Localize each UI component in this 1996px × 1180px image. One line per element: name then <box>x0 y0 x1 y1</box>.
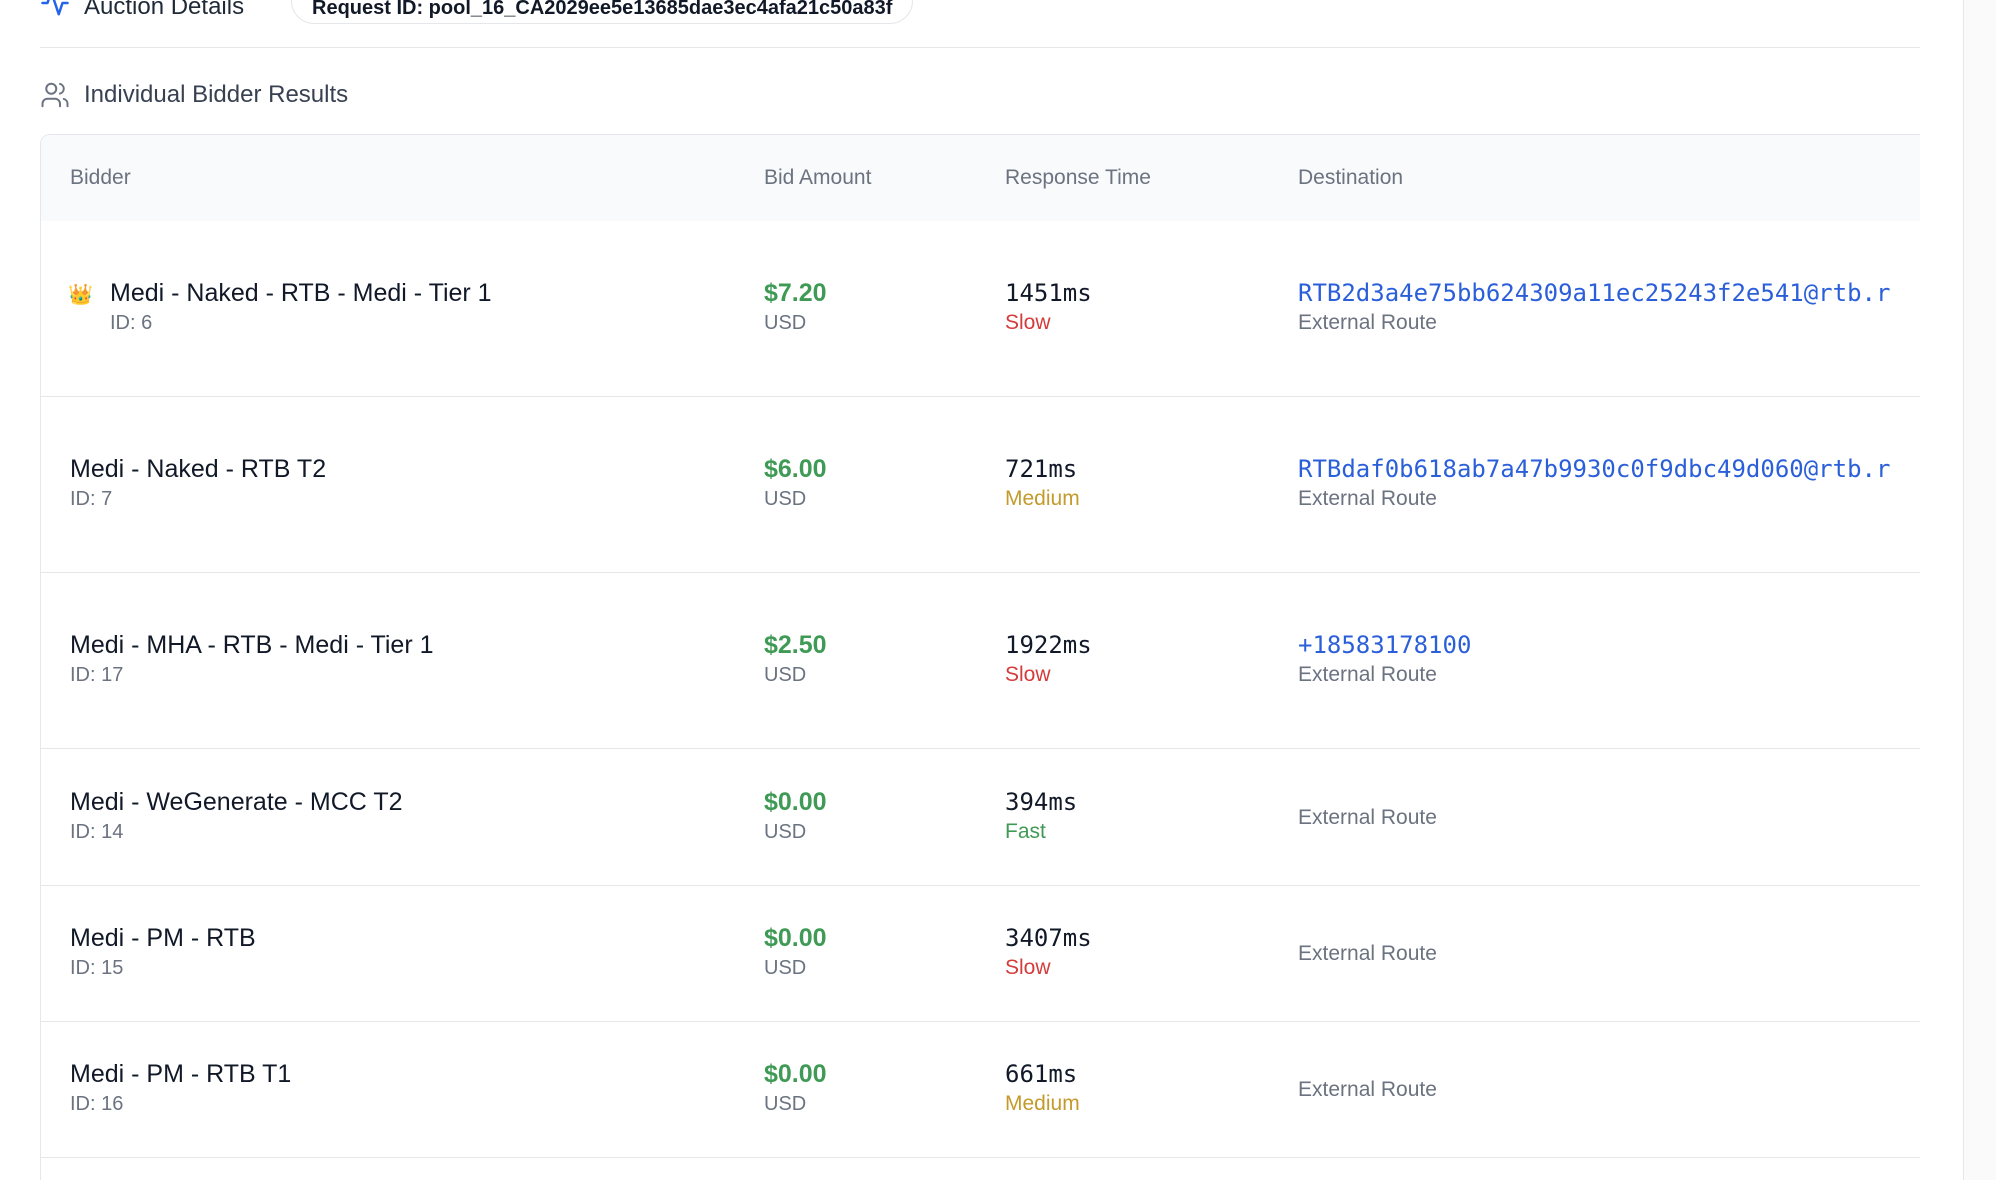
response-speed-badge: Slow <box>1005 311 1051 334</box>
destination-link[interactable]: RTBdaf0b618ab7a47b9930c0f9dbc49d060@rtb.… <box>1298 454 1920 484</box>
response-time-cell: 1922ms Slow <box>1005 630 1092 688</box>
bidder-id: ID: 7 <box>70 488 113 510</box>
response-speed-badge: Medium <box>1005 487 1080 510</box>
bid-currency: USD <box>764 312 807 334</box>
destination-route: External Route <box>1298 487 1437 510</box>
bid-amount-cell: $0.00 USD <box>764 923 827 981</box>
response-time-value: 3407ms <box>1005 924 1092 952</box>
bid-currency: USD <box>764 664 807 686</box>
bidder-name: Medi - Naked - RTB - Medi - Tier 1 <box>110 279 492 307</box>
destination-route: External Route <box>1298 1078 1437 1101</box>
bid-amount-cell: $2.50 USD <box>764 630 827 688</box>
bid-amount: $0.00 <box>764 788 827 816</box>
auction-details-header: Auction Details Request ID: pool_16_CA20… <box>40 0 1920 48</box>
destination-cell: External Route <box>1298 805 1437 831</box>
activity-icon <box>41 0 69 16</box>
response-speed-badge: Fast <box>1005 820 1046 843</box>
column-header-bid-amount[interactable]: Bid Amount <box>764 135 871 221</box>
response-speed-badge: Slow <box>1005 956 1051 979</box>
bidder-id: ID: 16 <box>70 1093 124 1115</box>
destination-cell: External Route <box>1298 941 1437 967</box>
bidder-cell: Medi - Naked - RTB T2 ID: 7 <box>70 454 326 512</box>
scroll-gutter[interactable] <box>1964 0 1996 1180</box>
table-row[interactable]: Medi - PM - RTB ID: 15 $0.00 USD 3407ms Slow E… <box>41 886 1920 1022</box>
response-time-cell: 721ms Medium <box>1005 454 1080 512</box>
page: Auction Details Request ID: pool_16_CA20… <box>0 0 1996 1180</box>
response-time-value: 1451ms <box>1005 279 1092 307</box>
bid-amount: $2.50 <box>764 631 827 659</box>
bid-amount: $6.00 <box>764 455 827 483</box>
bid-amount: $7.20 <box>764 279 827 307</box>
page-edge-divider <box>1963 0 1964 1180</box>
response-time-cell: 3407ms Slow <box>1005 923 1092 981</box>
response-time-cell: 394ms Fast <box>1005 787 1077 845</box>
destination-route: External Route <box>1298 311 1437 334</box>
destination-route: External Route <box>1298 942 1437 965</box>
destination-cell: +18583178100 External Route <box>1298 630 1920 688</box>
bidder-cell: Medi - Naked - RTB - Medi - Tier 1 ID: 6 <box>110 278 492 336</box>
bidder-results-heading: Individual Bidder Results <box>40 78 348 112</box>
response-time-value: 394ms <box>1005 788 1078 816</box>
bid-currency: USD <box>764 488 807 510</box>
response-time-cell: 661ms Medium <box>1005 1059 1080 1117</box>
table-row[interactable]: Medi - PM - RTB T1 ID: 16 $0.00 USD 661ms Med… <box>41 1022 1920 1158</box>
response-time-value: 1922ms <box>1005 631 1092 659</box>
table-header: Bidder Bid Amount Response Time Destinat… <box>41 135 1920 221</box>
response-speed-badge: Medium <box>1005 1092 1080 1115</box>
bidder-cell: Medi - MHA - RTB - Medi - Tier 1 ID: 17 <box>70 630 434 688</box>
response-time-value: 721ms <box>1005 455 1078 483</box>
bidder-name: Medi - Naked - RTB T2 <box>70 455 327 483</box>
bidder-cell: Medi - PM - RTB ID: 15 <box>70 923 256 981</box>
bidder-name: Medi - MHA - RTB - Medi - Tier 1 <box>70 631 434 659</box>
users-icon <box>41 82 69 108</box>
bid-amount-cell: $6.00 USD <box>764 454 827 512</box>
bidder-id: ID: 6 <box>110 312 153 334</box>
bid-amount: $0.00 <box>764 1060 827 1088</box>
bidder-name: Medi - PM - RTB T1 <box>70 1060 292 1088</box>
column-header-destination[interactable]: Destination <box>1298 135 1403 221</box>
response-speed-badge: Slow <box>1005 663 1051 686</box>
crown-icon: 👑 <box>68 284 93 306</box>
response-time-cell: 1451ms Slow <box>1005 278 1092 336</box>
table-row[interactable]: Medi - WeGenerate - MCC T2 ID: 14 $0.00 USD… <box>41 749 1920 886</box>
bidder-id: ID: 15 <box>70 957 124 979</box>
bid-amount-cell: $0.00 USD <box>764 787 827 845</box>
bidder-name: Medi - WeGenerate - MCC T2 <box>70 788 403 816</box>
bid-amount-cell: $7.20 USD <box>764 278 827 336</box>
bidder-id: ID: 14 <box>70 821 124 843</box>
auction-details-title: Auction Details <box>84 0 245 20</box>
destination-route: External Route <box>1298 806 1437 829</box>
bidder-cell: Medi - PM - RTB T1 ID: 16 <box>70 1059 291 1117</box>
request-id-badge: Request ID: pool_16_CA2029ee5e13685dae3e… <box>291 0 914 24</box>
destination-link[interactable]: +18583178100 <box>1298 630 1920 660</box>
section-title-text: Individual Bidder Results <box>84 81 349 108</box>
bidder-name: Medi - PM - RTB <box>70 924 256 952</box>
destination-cell: External Route <box>1298 1077 1437 1103</box>
bid-currency: USD <box>764 1093 807 1115</box>
table-row[interactable]: 👑 Medi - Naked - RTB - Medi - Tier 1 ID: 6… <box>41 221 1920 397</box>
table-row[interactable]: Medi - MHA - RTB - Medi - Tier 1 ID: 17 $2… <box>41 573 1920 749</box>
bid-amount: $0.00 <box>764 924 827 952</box>
bid-amount-cell: $0.00 USD <box>764 1059 827 1117</box>
destination-route: External Route <box>1298 663 1437 686</box>
destination-cell: RTBdaf0b618ab7a47b9930c0f9dbc49d060@rtb.… <box>1298 454 1920 512</box>
bid-currency: USD <box>764 821 807 843</box>
bid-currency: USD <box>764 957 807 979</box>
request-id-text: Request ID: pool_16_CA2029ee5e13685dae3e… <box>312 0 893 19</box>
bidder-id: ID: 17 <box>70 664 124 686</box>
column-header-bidder[interactable]: Bidder <box>70 135 131 221</box>
column-header-response-time[interactable]: Response Time <box>1005 135 1151 221</box>
destination-link[interactable]: RTB2d3a4e75bb624309a11ec25243f2e541@rtb.… <box>1298 278 1920 308</box>
bidder-cell: Medi - WeGenerate - MCC T2 ID: 14 <box>70 787 403 845</box>
response-time-value: 661ms <box>1005 1060 1078 1088</box>
table-row[interactable]: Medi - Naked - RTB T2 ID: 7 $6.00 USD 721ms M… <box>41 397 1920 573</box>
bidder-results-table: Bidder Bid Amount Response Time Destinat… <box>40 134 1920 1180</box>
destination-cell: RTB2d3a4e75bb624309a11ec25243f2e541@rtb.… <box>1298 278 1920 336</box>
